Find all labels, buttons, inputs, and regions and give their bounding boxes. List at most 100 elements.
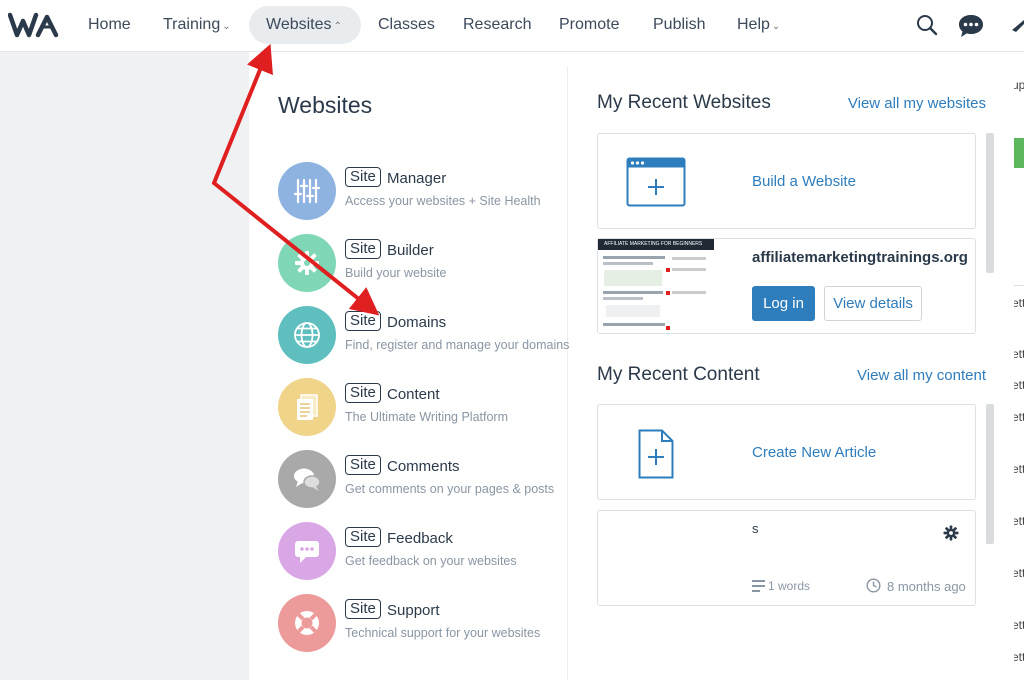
search-icon[interactable] bbox=[916, 14, 938, 36]
website-card: AFFILIATE MARKETING FOR BEGINNERS affili… bbox=[597, 238, 976, 334]
login-button[interactable]: Log in bbox=[752, 286, 815, 321]
nav-training[interactable]: Training ⌄ bbox=[163, 16, 231, 34]
nav-publish[interactable]: Publish bbox=[653, 16, 705, 34]
tool-site-manager[interactable]: Site Manager Access your websites + Site… bbox=[278, 162, 568, 222]
website-name: affiliatemarketingtrainings.org bbox=[752, 249, 968, 266]
nav-research-label: Research bbox=[463, 16, 532, 33]
sliders-icon bbox=[293, 178, 321, 204]
globe-icon bbox=[294, 322, 320, 348]
tool-site-support[interactable]: Site Support Technical support for your … bbox=[278, 594, 568, 654]
tool-description: Access your websites + Site Health bbox=[345, 194, 541, 208]
tool-name: Comments bbox=[387, 458, 460, 475]
nav-classes-label: Classes bbox=[378, 16, 435, 33]
website-thumbnail[interactable]: AFFILIATE MARKETING FOR BEGINNERS bbox=[598, 239, 714, 333]
article-card[interactable]: s 1 words 8 months ago bbox=[597, 510, 976, 606]
tool-description: Technical support for your websites bbox=[345, 626, 541, 640]
thumbnail-text-line bbox=[603, 297, 643, 300]
tool-name: Feedback bbox=[387, 530, 453, 547]
tool-name: Builder bbox=[387, 242, 434, 259]
site-badge: Site bbox=[345, 599, 381, 619]
word-count-icon bbox=[752, 580, 765, 592]
panel-divider bbox=[567, 66, 568, 680]
thumbnail-sidebar-line bbox=[672, 257, 706, 260]
view-details-button[interactable]: View details bbox=[824, 286, 922, 321]
tool-site-feedback[interactable]: Site Feedback Get feedback on your websi… bbox=[278, 522, 568, 582]
gear-icon[interactable] bbox=[943, 525, 959, 541]
site-badge: Site bbox=[345, 239, 381, 259]
gear-icon bbox=[295, 251, 319, 275]
thumbnail-sidebar-line bbox=[672, 268, 706, 271]
top-navigation: Home Training ⌄ Websites ⌃ Classes Researc… bbox=[0, 0, 1024, 52]
wa-logo[interactable] bbox=[8, 11, 60, 39]
tool-site-builder[interactable]: Site Builder Build your website bbox=[278, 234, 568, 294]
site-badge: Site bbox=[345, 455, 381, 475]
tool-description: Get comments on your pages & posts bbox=[345, 482, 555, 496]
thumbnail-text-line bbox=[603, 291, 663, 294]
nav-publish-label: Publish bbox=[653, 16, 706, 33]
nav-websites[interactable]: Websites ⌃ bbox=[266, 16, 342, 34]
tool-name: Content bbox=[387, 386, 440, 403]
clock-icon bbox=[866, 578, 881, 593]
recent-websites-title: My Recent Websites bbox=[597, 92, 771, 113]
nav-help[interactable]: Help ⌄ bbox=[737, 16, 780, 34]
chat-icon[interactable] bbox=[956, 12, 986, 40]
thumbnail-text-line bbox=[603, 262, 653, 265]
thumbnail-sidebar-line bbox=[672, 291, 706, 294]
view-all-websites-link[interactable]: View all my websites bbox=[830, 95, 986, 112]
recent-content-title: My Recent Content bbox=[597, 364, 760, 385]
panel-title: Websites bbox=[278, 92, 373, 118]
create-article-card[interactable]: Create New Article bbox=[597, 404, 976, 500]
nav-promote-label: Promote bbox=[559, 16, 620, 33]
tool-icon-circle bbox=[278, 378, 336, 436]
nav-training-label: Training bbox=[163, 16, 221, 33]
tool-icon-circle bbox=[278, 450, 336, 508]
create-article-link[interactable]: Create New Article bbox=[752, 444, 876, 461]
nav-promote[interactable]: Promote bbox=[559, 16, 619, 34]
thumbnail-marker bbox=[666, 291, 670, 295]
background-divider bbox=[1014, 285, 1024, 286]
tool-icon-circle bbox=[278, 522, 336, 580]
thumbnail-header: AFFILIATE MARKETING FOR BEGINNERS bbox=[598, 239, 714, 250]
chevron-down-icon: ⌄ bbox=[222, 21, 231, 32]
tool-icon-circle bbox=[278, 594, 336, 652]
thumbnail-marker bbox=[666, 326, 670, 330]
tool-description: Get feedback on your websites bbox=[345, 554, 517, 568]
websites-scrollbar[interactable] bbox=[986, 133, 994, 273]
tool-icon-circle bbox=[278, 234, 336, 292]
content-scrollbar[interactable] bbox=[986, 404, 994, 544]
build-website-link[interactable]: Build a Website bbox=[752, 173, 856, 190]
article-title: s bbox=[752, 521, 759, 536]
nav-home[interactable]: Home bbox=[88, 16, 131, 34]
chevron-up-icon: ⌃ bbox=[333, 21, 342, 32]
build-website-card[interactable]: Build a Website bbox=[597, 133, 976, 229]
site-badge: Site bbox=[345, 167, 381, 187]
tool-name: Domains bbox=[387, 314, 447, 331]
notification-icon[interactable] bbox=[1006, 14, 1024, 38]
background-status-marker bbox=[1014, 138, 1024, 168]
site-badge: Site bbox=[345, 383, 381, 403]
site-badge: Site bbox=[345, 527, 381, 547]
tool-site-domains[interactable]: Site Domains Find, register and manage y… bbox=[278, 306, 570, 366]
tool-description: Build your website bbox=[345, 266, 447, 280]
site-badge: Site bbox=[345, 311, 381, 331]
nav-help-label: Help bbox=[737, 16, 770, 33]
chevron-down-icon: ⌄ bbox=[771, 21, 781, 32]
comments-icon bbox=[294, 468, 321, 491]
feedback-icon bbox=[295, 541, 319, 563]
tool-site-comments[interactable]: Site Comments Get comments on your pages… bbox=[278, 450, 568, 510]
nav-home-label: Home bbox=[88, 16, 131, 33]
tool-name: Manager bbox=[387, 170, 447, 187]
lifebuoy-icon bbox=[295, 611, 319, 635]
thumbnail-marker bbox=[666, 268, 670, 272]
tool-description: Find, register and manage your domains bbox=[345, 338, 570, 352]
tool-icon-circle bbox=[278, 306, 336, 364]
browser-window-icon bbox=[626, 157, 686, 207]
article-word-count: 1 words bbox=[768, 579, 811, 593]
nav-classes[interactable]: Classes bbox=[378, 16, 435, 34]
nav-websites-label: Websites bbox=[266, 16, 332, 33]
tool-site-content[interactable]: Site Content The Ultimate Writing Platfo… bbox=[278, 378, 568, 438]
nav-research[interactable]: Research bbox=[463, 16, 531, 34]
document-icon bbox=[297, 394, 318, 420]
tool-icon-circle bbox=[278, 162, 336, 220]
view-all-content-link[interactable]: View all my content bbox=[830, 367, 986, 384]
